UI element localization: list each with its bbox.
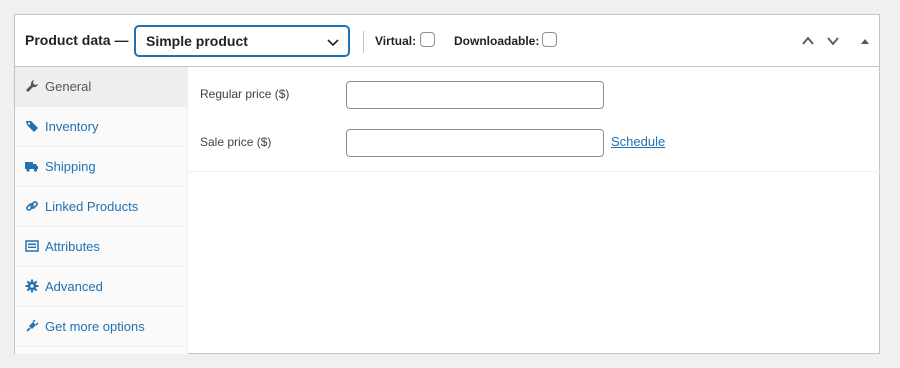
product-type-select[interactable]: Simple product — [135, 26, 349, 56]
tab-advanced[interactable]: Advanced — [15, 267, 188, 307]
tab-inventory-label: Inventory — [45, 119, 99, 134]
tab-linked-products[interactable]: Linked Products — [15, 187, 188, 227]
sale-price-input[interactable] — [346, 129, 604, 157]
product-type-value: Simple product — [146, 33, 248, 49]
chevron-down-icon[interactable] — [826, 34, 840, 48]
virtual-checkbox[interactable] — [420, 32, 435, 47]
virtual-label: Virtual: — [375, 34, 417, 48]
tab-get-more-options[interactable]: Get more options — [15, 307, 188, 347]
toggle-arrow-icon[interactable] — [859, 34, 871, 48]
general-tab-panel: Regular price ($) Sale price ($) Schedul… — [188, 67, 880, 354]
truck-icon — [25, 162, 38, 172]
regular-price-input[interactable] — [346, 81, 604, 109]
pricing-fields: Regular price ($) Sale price ($) Schedul… — [188, 67, 880, 172]
gear-icon — [25, 279, 39, 293]
tab-general-label: General — [45, 79, 92, 94]
regular-price-label: Regular price ($) — [200, 87, 290, 101]
panel-title: Product data — — [25, 32, 129, 48]
link-icon — [26, 201, 38, 211]
list-icon — [25, 240, 39, 252]
downloadable-label: Downloadable: — [454, 34, 540, 48]
tab-inventory[interactable]: Inventory — [15, 107, 188, 147]
tab-shipping-label: Shipping — [45, 159, 96, 174]
schedule-link[interactable]: Schedule — [611, 134, 665, 149]
sale-price-label: Sale price ($) — [200, 135, 272, 149]
wrench-icon — [26, 80, 38, 92]
tab-general[interactable]: General — [15, 67, 188, 107]
chevron-down-icon — [327, 39, 339, 47]
tab-linked-products-label: Linked Products — [45, 199, 139, 214]
tab-attributes-label: Attributes — [45, 239, 100, 254]
downloadable-checkbox[interactable] — [542, 32, 557, 47]
tab-get-more-options-label: Get more options — [45, 319, 145, 334]
plugin-icon — [26, 319, 39, 332]
panel-header: Product data — Simple product Virtual: D… — [15, 15, 879, 67]
product-data-tabs: General Inventory Shipping Linked Produc… — [15, 67, 188, 354]
header-divider — [363, 31, 364, 53]
tag-icon — [26, 121, 38, 132]
product-data-panel: Product data — Simple product Virtual: D… — [14, 14, 880, 354]
tab-shipping[interactable]: Shipping — [15, 147, 188, 187]
chevron-up-icon[interactable] — [801, 34, 815, 48]
tab-attributes[interactable]: Attributes — [15, 227, 188, 267]
tab-advanced-label: Advanced — [45, 279, 103, 294]
